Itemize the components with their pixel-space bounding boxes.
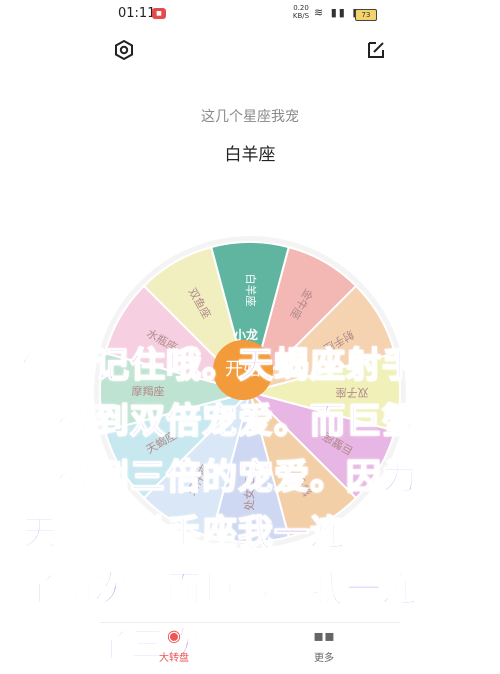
settings-button[interactable] bbox=[112, 38, 136, 62]
wheel-icon: ◉ bbox=[167, 626, 181, 645]
signal-wifi-icon: ≋ ▮▮ ▮ bbox=[314, 6, 361, 19]
wheel-segment-label: 白羊座 bbox=[244, 274, 258, 307]
bottom-nav: ◉ 大转盘 ▪▪ 更多 bbox=[100, 622, 400, 667]
edit-button[interactable] bbox=[364, 38, 388, 62]
network-speed-unit: KB/S bbox=[292, 12, 310, 20]
wheel-title: 这几个星座我宠 bbox=[201, 109, 299, 125]
edit-icon bbox=[368, 42, 384, 58]
caption-line: 天蝎座射手座我一连转到 bbox=[21, 513, 419, 555]
nav-more-tab[interactable]: ▪▪ 更多 bbox=[294, 623, 354, 664]
nav-more-label: 更多 bbox=[314, 653, 334, 664]
nav-wheel-tab[interactable]: ◉ 大转盘 bbox=[144, 623, 204, 664]
network-speed-value: 0.20 bbox=[293, 4, 309, 12]
nav-wheel-label: 大转盘 bbox=[159, 653, 189, 664]
status-time: 01:11 bbox=[118, 6, 156, 21]
result-text: 白羊座 bbox=[224, 145, 276, 165]
caption-line: 座得到三倍的宠爱。因为 bbox=[21, 457, 419, 499]
caption-line: 了两次。而巨蟹座我一连 bbox=[21, 569, 419, 611]
gear-icon bbox=[115, 39, 133, 61]
notification-icon: ■ bbox=[152, 8, 166, 19]
battery-icon: 73 bbox=[355, 9, 377, 21]
caption-line: 座得到双倍宠爱。而巨蟹 bbox=[21, 401, 419, 443]
status-bar: 01:11 ■ 0.20 KB/S ≋ ▮▮ ▮ 73 bbox=[0, 0, 500, 28]
network-speed: 0.20 KB/S bbox=[292, 4, 310, 20]
caption-line: 你要记住哦。天蝎座射手 bbox=[21, 345, 419, 387]
grid-icon: ▪▪ bbox=[313, 626, 335, 645]
